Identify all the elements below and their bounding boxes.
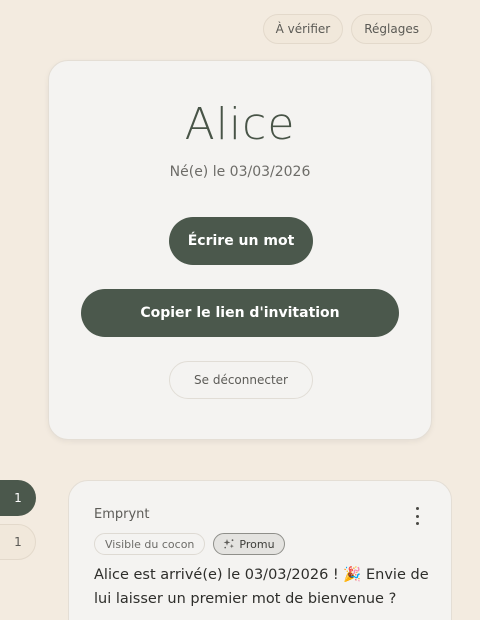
- post-author: Emprynt: [94, 507, 150, 522]
- more-vertical-icon[interactable]: [411, 507, 423, 525]
- top-actions: À vérifier Réglages: [262, 14, 432, 44]
- side-tab-2[interactable]: 1: [0, 524, 36, 560]
- post-badges: Visible du cocon Promu: [94, 533, 285, 555]
- post-card: Emprynt Visible du cocon Promu Alice est…: [68, 480, 452, 620]
- logout-button[interactable]: Se déconnecter: [169, 361, 313, 399]
- write-message-button[interactable]: Écrire un mot: [169, 217, 313, 265]
- copy-invite-link-button[interactable]: Copier le lien d'invitation: [81, 289, 399, 337]
- birth-date: Né(e) le 03/03/2026: [169, 164, 311, 180]
- profile-name: Alice: [184, 99, 296, 150]
- visibility-badge: Visible du cocon: [94, 533, 206, 555]
- profile-card: Alice Né(e) le 03/03/2026 Écrire un mot …: [48, 60, 432, 440]
- visibility-badge-label: Visible du cocon: [105, 537, 195, 551]
- promo-badge: Promu: [213, 533, 285, 555]
- sparkles-icon: [224, 539, 235, 549]
- settings-button[interactable]: Réglages: [351, 14, 432, 44]
- promo-badge-label: Promu: [239, 537, 275, 551]
- post-text: Alice est arrivé(e) le 03/03/2026 ! 🎉 En…: [94, 567, 429, 607]
- side-tab-1[interactable]: 1: [0, 480, 36, 516]
- review-button[interactable]: À vérifier: [262, 14, 344, 44]
